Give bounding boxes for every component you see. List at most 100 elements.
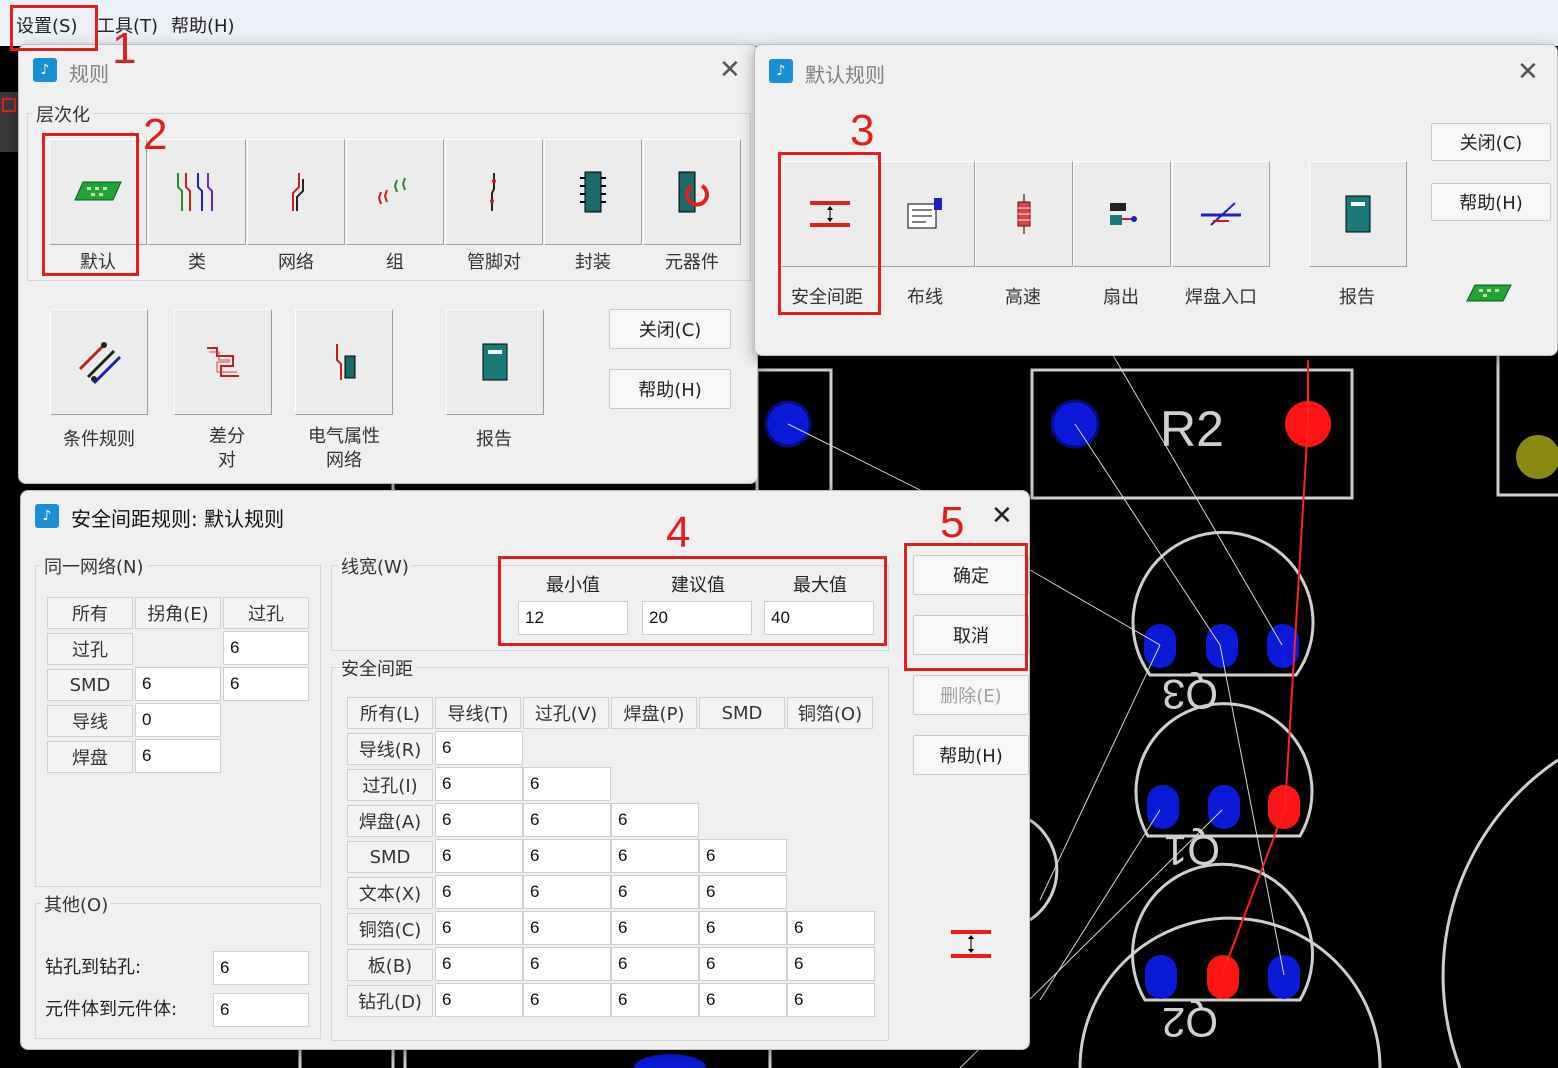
clearance-cell[interactable]: 6 — [699, 911, 787, 945]
same-net-via-via[interactable]: 6 — [223, 631, 309, 665]
clearance-header-3[interactable]: 焊盘(P) — [611, 697, 697, 729]
trace-red — [1221, 360, 1309, 976]
dialog-help-button[interactable]: 帮助(H) — [913, 735, 1029, 775]
clearance-cell[interactable]: 6 — [523, 839, 611, 873]
clearance-cell[interactable]: 6 — [435, 875, 523, 909]
tile-routing[interactable] — [877, 161, 975, 267]
tile-pin-pair[interactable] — [445, 139, 543, 245]
clearance-row-label[interactable]: 导线(R) — [347, 733, 433, 765]
pad-entry-icon — [1201, 202, 1241, 226]
tile-conditional-rules[interactable] — [50, 309, 148, 415]
same-net-pad-corner[interactable]: 6 — [135, 739, 221, 773]
clearance-cell[interactable]: 6 — [611, 983, 699, 1017]
clearance-titlebar[interactable]: ♪ 安全间距规则: 默认规则 ✕ — [21, 491, 1029, 541]
tile-fanout-label: 扇出 — [1103, 287, 1139, 308]
same-net-header-via[interactable]: 过孔 — [223, 597, 309, 629]
clearance-row-label[interactable]: 铜箔(C) — [347, 913, 433, 945]
close-button[interactable]: 关闭(C) — [1431, 123, 1551, 161]
close-icon[interactable]: ✕ — [719, 57, 741, 83]
clearance-cell[interactable]: 6 — [787, 947, 875, 981]
clearance-header-2[interactable]: 过孔(V) — [523, 697, 609, 729]
clearance-cell[interactable]: 6 — [523, 767, 611, 801]
menu-bar: 设置(S) 工具(T) 帮助(H) — [0, 0, 1558, 46]
clearance-header-4[interactable]: SMD — [699, 697, 785, 729]
clearance-row-label[interactable]: 焊盘(A) — [347, 805, 433, 837]
clearance-cell[interactable]: 6 — [699, 839, 787, 873]
tile-report[interactable] — [446, 309, 544, 415]
trace-width-label: 线宽(W) — [338, 553, 412, 579]
clearance-cell[interactable]: 6 — [787, 911, 875, 945]
tile-footprint[interactable] — [544, 139, 642, 245]
tile-net[interactable] — [247, 139, 345, 245]
tile-footprint-label: 封装 — [575, 252, 611, 273]
clearance-header-5[interactable]: 铜箔(O) — [787, 697, 873, 729]
clearance-row-label[interactable]: 过孔(I) — [347, 769, 433, 801]
clearance-cell[interactable]: 6 — [435, 839, 523, 873]
clearance-row-label[interactable]: 钻孔(D) — [347, 985, 433, 1017]
tile-diff-pair[interactable] — [174, 309, 272, 415]
clearance-row-label[interactable]: 文本(X) — [347, 877, 433, 909]
same-net-row-trace[interactable]: 导线 — [47, 705, 133, 737]
tile-electrical-net[interactable] — [295, 309, 393, 415]
clearance-cell[interactable]: 6 — [611, 839, 699, 873]
report-icon — [482, 343, 508, 381]
clearance-cell[interactable]: 6 — [523, 803, 611, 837]
tile-pad-entry[interactable] — [1172, 161, 1270, 267]
window-title: 安全间距规则: 默认规则 — [71, 507, 285, 531]
same-net-header-all[interactable]: 所有 — [47, 597, 133, 629]
pad-blue — [634, 1054, 706, 1068]
same-net-row-smd[interactable]: SMD — [47, 669, 133, 701]
same-net-trace-corner[interactable]: 0 — [135, 703, 221, 737]
help-button[interactable]: 帮助(H) — [1431, 183, 1551, 221]
clearance-row-label[interactable]: 板(B) — [347, 949, 433, 981]
clearance-cell[interactable]: 6 — [523, 911, 611, 945]
clearance-cell[interactable]: 6 — [523, 947, 611, 981]
clearance-cell[interactable]: 6 — [435, 803, 523, 837]
tile-fanout[interactable] — [1073, 161, 1171, 267]
same-net-row-via[interactable]: 过孔 — [47, 633, 133, 665]
clearance-header-0[interactable]: 所有(L) — [347, 697, 433, 729]
menu-help[interactable]: 帮助(H) — [171, 12, 235, 38]
close-icon[interactable]: ✕ — [991, 503, 1013, 529]
same-net-header-corner[interactable]: 拐角(E) — [135, 597, 221, 629]
clearance-cell[interactable]: 6 — [435, 983, 523, 1017]
clearance-cell[interactable]: 6 — [699, 983, 787, 1017]
clearance-cell[interactable]: 6 — [435, 731, 523, 765]
tile-high-speed[interactable] — [975, 161, 1073, 267]
clearance-cell[interactable]: 6 — [611, 911, 699, 945]
same-net-smd-corner[interactable]: 6 — [135, 667, 221, 701]
clearance-cell[interactable]: 6 — [523, 983, 611, 1017]
tile-group[interactable] — [346, 139, 444, 245]
same-net-row-pad[interactable]: 焊盘 — [47, 741, 133, 773]
clearance-cell[interactable]: 6 — [435, 911, 523, 945]
default-rules-titlebar[interactable]: ♪ 默认规则 ✕ — [755, 45, 1557, 95]
tile-report[interactable] — [1309, 161, 1407, 267]
clearance-cell[interactable]: 6 — [435, 767, 523, 801]
fanout-icon — [1110, 203, 1137, 225]
clearance-cell[interactable]: 6 — [611, 803, 699, 837]
tile-diff-pair-label: 差分 对 — [209, 426, 245, 471]
clearance-cell[interactable]: 6 — [611, 875, 699, 909]
clearance-cell[interactable]: 6 — [435, 947, 523, 981]
close-button[interactable]: 关闭(C) — [609, 309, 731, 349]
annotation-box-5 — [904, 543, 1028, 671]
clearance-cell[interactable]: 6 — [787, 983, 875, 1017]
delete-button[interactable]: 删除(E) — [913, 675, 1029, 715]
same-net-smd-via[interactable]: 6 — [223, 667, 309, 701]
side-toolbar — [0, 92, 20, 152]
body-to-body-label: 元件体到元件体: — [45, 999, 178, 1020]
close-icon[interactable]: ✕ — [1517, 59, 1539, 85]
clearance-cell[interactable]: 6 — [523, 875, 611, 909]
body-to-body-input[interactable]: 6 — [213, 993, 309, 1027]
clearance-cell[interactable]: 6 — [699, 947, 787, 981]
tile-high-speed-label: 高速 — [1005, 287, 1041, 308]
drill-to-drill-input[interactable]: 6 — [213, 951, 309, 985]
annotation-box-2 — [42, 133, 139, 276]
clearance-cell[interactable]: 6 — [611, 947, 699, 981]
clearance-header-1[interactable]: 导线(T) — [435, 697, 521, 729]
tool-icon[interactable] — [2, 98, 16, 112]
clearance-cell[interactable]: 6 — [699, 875, 787, 909]
help-button[interactable]: 帮助(H) — [609, 369, 731, 409]
tile-component[interactable] — [643, 139, 741, 245]
clearance-row-label[interactable]: SMD — [347, 841, 433, 873]
